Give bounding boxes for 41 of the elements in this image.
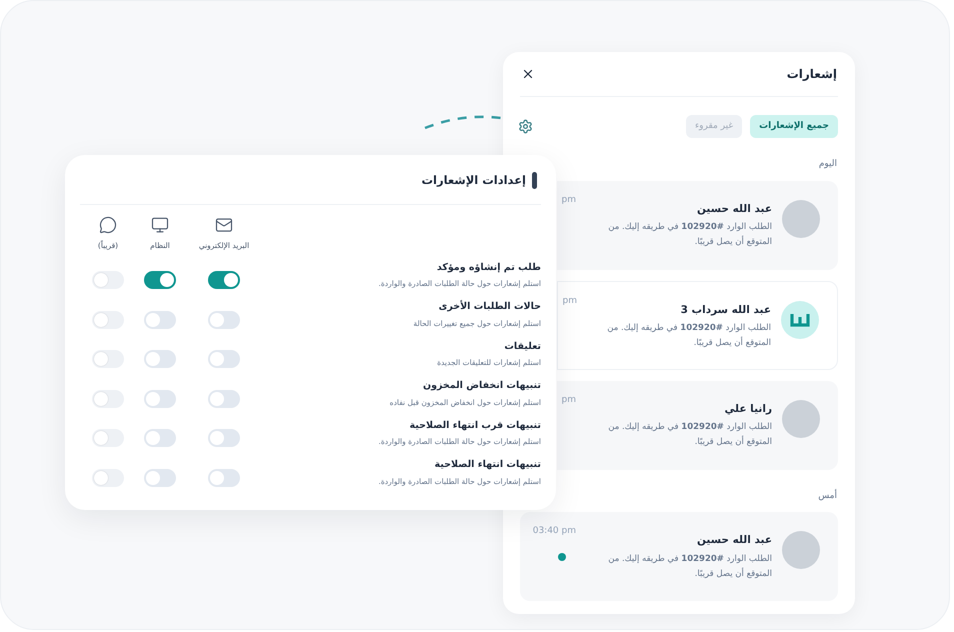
toggle-switch[interactable] xyxy=(144,310,176,328)
setting-title: تنبيهات قرب انتهاء الصلاحية xyxy=(408,418,541,433)
time-label: pm xyxy=(562,294,577,308)
toggle-switch[interactable] xyxy=(144,350,176,368)
toggle-switch[interactable] xyxy=(208,390,240,408)
accent-bar-icon xyxy=(532,172,537,189)
logo-avatar xyxy=(781,300,819,338)
settings-button[interactable] xyxy=(518,119,533,134)
filter-tab[interactable]: جميع الإشعارات xyxy=(750,115,838,138)
avatar-placeholder xyxy=(782,400,820,438)
toggle-switch[interactable] xyxy=(144,429,176,447)
panel-title: إشعارات xyxy=(786,66,837,83)
time-label: pm xyxy=(562,194,576,206)
setting-title: تنبيهات انخفاض المخزون xyxy=(422,379,541,394)
setting-title: طلب تم إنشاؤه ومؤكد xyxy=(436,260,541,275)
toggle-switch[interactable] xyxy=(208,271,240,289)
toggle-switch[interactable] xyxy=(144,390,176,408)
settings-title: إعدادات الإشعارات xyxy=(421,172,526,189)
time-label: 03:40 pm xyxy=(532,525,576,538)
setting-title: تنبيهات انتهاء الصلاحية xyxy=(434,458,541,472)
envelope-icon xyxy=(215,216,233,234)
sender-name: عبد الله حسين xyxy=(696,202,772,217)
sender-name: عبد الله سرداب 3 xyxy=(680,302,771,318)
toggle-switch[interactable] xyxy=(208,429,240,447)
group-label: اليوم xyxy=(818,158,838,171)
time-label: pm xyxy=(562,394,576,406)
toggle-switch[interactable] xyxy=(208,350,240,368)
toggle-switch[interactable] xyxy=(144,468,176,486)
sender-name: رانيا علي xyxy=(723,402,772,417)
close-button[interactable] xyxy=(521,67,535,81)
toggle-switch[interactable] xyxy=(144,271,176,289)
sender-name: عبد الله حسين xyxy=(696,533,772,548)
avatar-placeholder xyxy=(782,200,820,238)
setting-title: تعليقات xyxy=(503,340,541,354)
chat-bubble-icon xyxy=(99,216,117,234)
toggle-switch[interactable] xyxy=(208,310,240,328)
avatar-placeholder xyxy=(782,531,820,569)
monitor-icon xyxy=(151,216,169,234)
setting-title: حالات الطلبات الأخرى xyxy=(438,300,541,314)
group-label: أمس xyxy=(817,490,838,502)
toggle-switch[interactable] xyxy=(208,468,240,486)
